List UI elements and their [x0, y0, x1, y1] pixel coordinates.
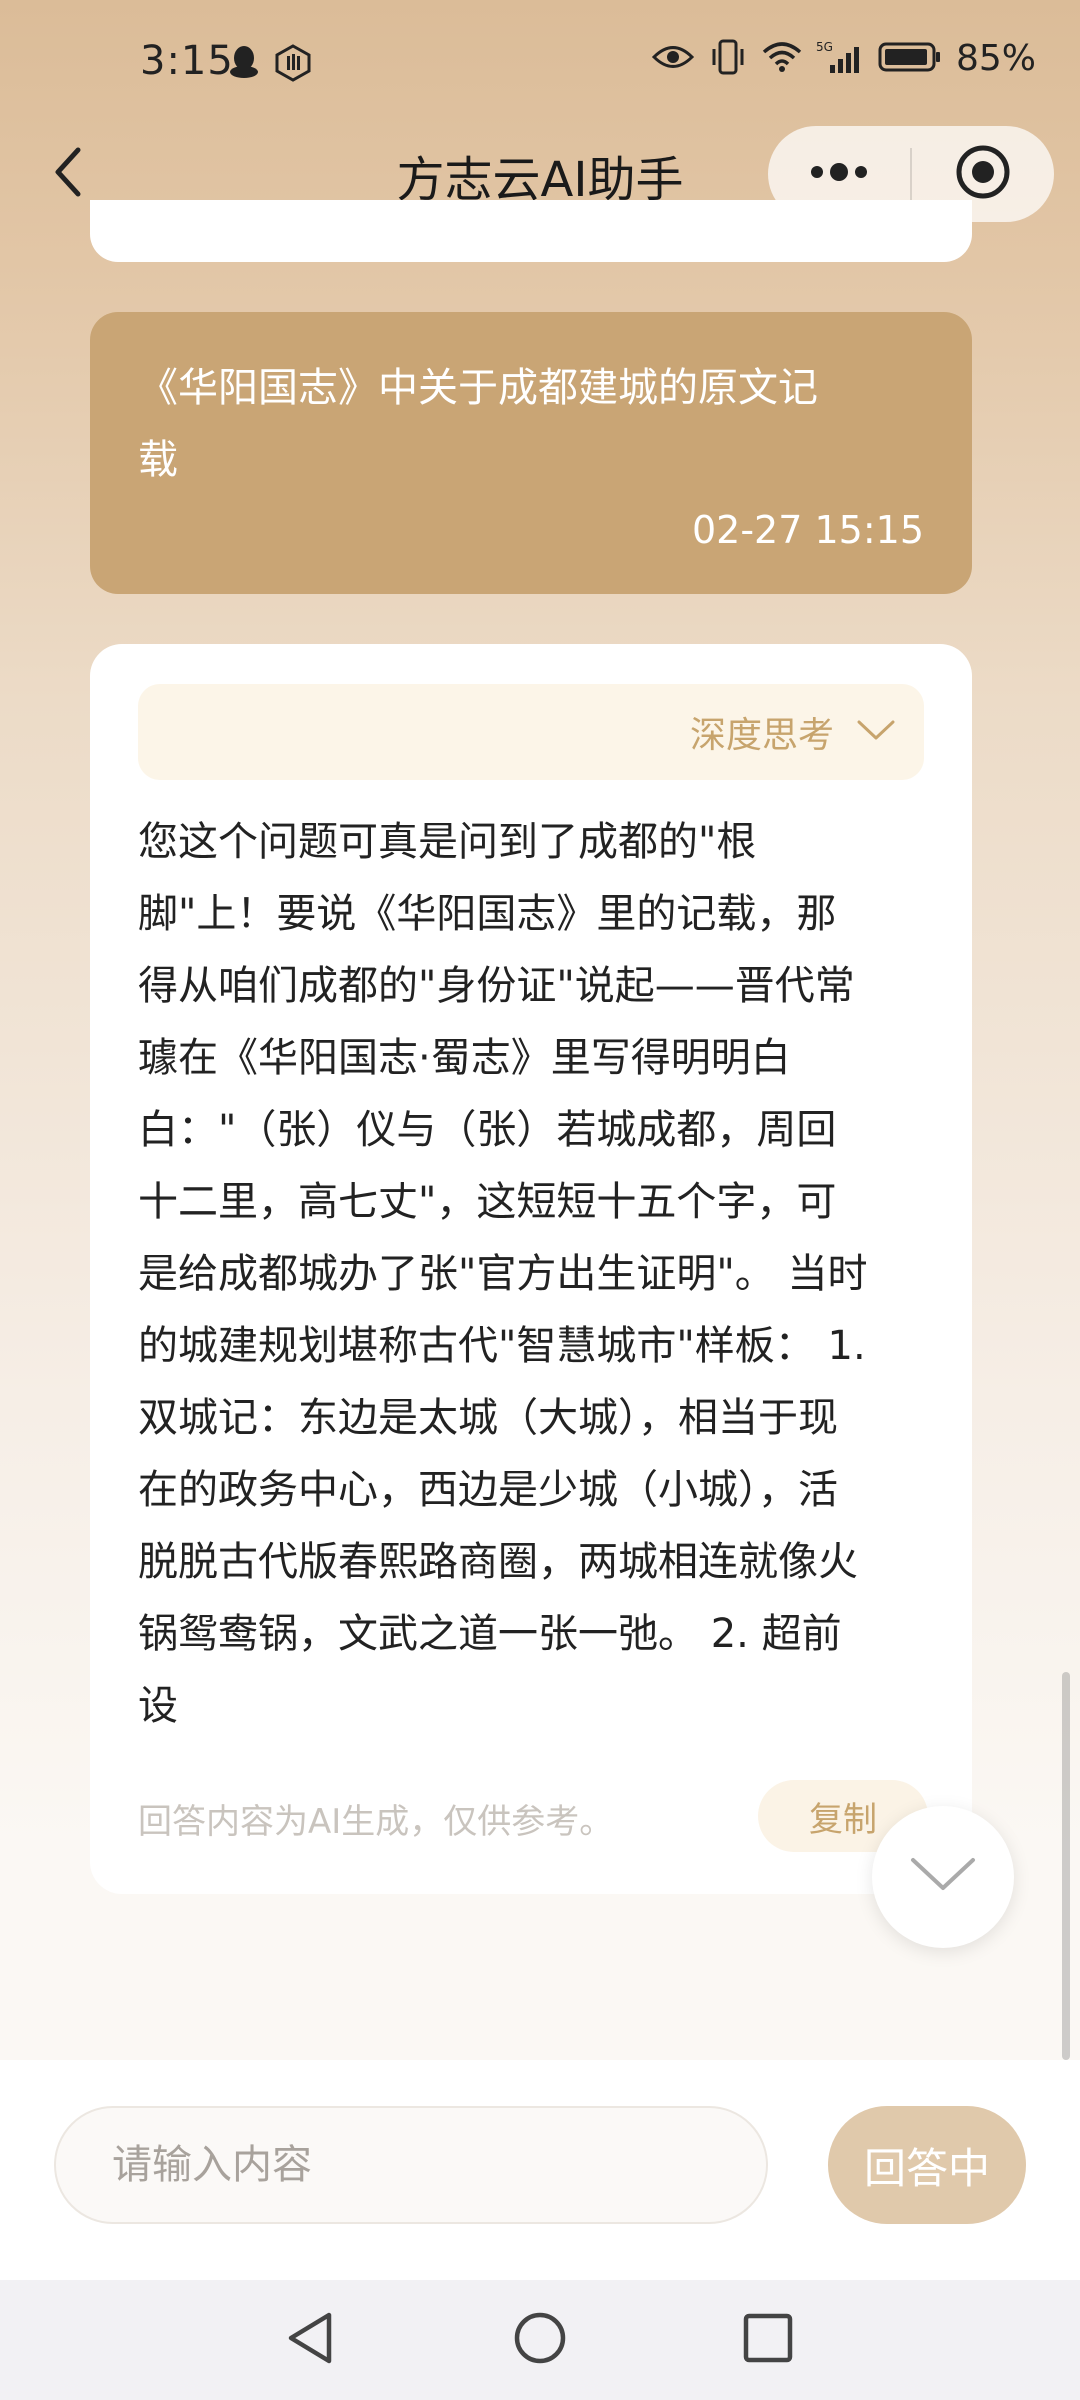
answering-button[interactable]: 回答中 — [828, 2106, 1026, 2224]
user-question-bubble: 《华阳国志》中关于成都建城的原文记 载 02-27 15:15 — [90, 312, 972, 594]
battery-percent: 85% — [955, 38, 1036, 79]
input-bar: 回答中 — [0, 2060, 1080, 2280]
more-dots-icon — [807, 162, 871, 186]
nav-home-button[interactable] — [498, 2298, 582, 2382]
answer-line: 的城建规划堪称古代"智慧城市"样板： 1. — [138, 1323, 866, 1369]
battery-icon — [878, 41, 942, 77]
nav-recents-icon — [742, 2312, 794, 2368]
chevron-down-icon — [856, 718, 896, 746]
answer-line: 双城记：东边是太城（大城），相当于现 — [138, 1395, 838, 1441]
deep-thinking-label: 深度思考 — [689, 715, 834, 756]
previous-message-card — [90, 200, 972, 262]
answer-line: 是给成都城办了张"官方出生证明"。 当时 — [138, 1251, 868, 1297]
deep-thinking-toggle[interactable]: 深度思考 — [138, 684, 924, 780]
system-nav-bar — [0, 2280, 1080, 2400]
nav-back-button[interactable] — [268, 2298, 352, 2382]
answer-line: 锅鸳鸯锅，文武之道一张一弛。 2. 超前 — [138, 1611, 842, 1657]
answer-line: 在的政务中心，西边是少城（小城），活 — [138, 1467, 838, 1513]
status-time: 3:15 — [140, 38, 234, 84]
answer-line: 十二里，高七丈"，这短短十五个字，可 — [138, 1179, 837, 1225]
scroll-to-bottom-button[interactable] — [872, 1806, 1014, 1948]
answer-line: 璩在《华阳国志·蜀志》里写得明明白 — [138, 1035, 791, 1081]
answer-line: 脱脱古代版春熙路商圈，两城相连就像火 — [138, 1539, 858, 1585]
ai-answer-card: 深度思考 您这个问题可真是问到了成都的"根 脚"上！要说《华阳国志》里的记载，那… — [90, 644, 972, 1894]
nav-home-icon — [512, 2310, 568, 2370]
answer-line: 白："（张）仪与（张）若城成都，周回 — [138, 1107, 837, 1153]
eye-icon — [651, 42, 695, 76]
ai-disclaimer: 回答内容为AI生成，仅供参考。 — [138, 1802, 614, 1842]
nav-back-icon — [283, 2310, 337, 2370]
status-right: 5G 85% — [651, 38, 1036, 79]
qq-icon — [228, 44, 260, 86]
nav-recents-button[interactable] — [726, 2298, 810, 2382]
target-close-icon — [954, 143, 1012, 205]
hand-icon — [274, 44, 312, 86]
user-question-text: 《华阳国志》中关于成都建城的原文记 载 — [138, 352, 924, 496]
status-left-icons — [228, 44, 312, 86]
scrollbar[interactable] — [1062, 1672, 1070, 2060]
chevron-down-icon — [909, 1856, 977, 1898]
message-input[interactable] — [54, 2106, 768, 2224]
answer-line: 您这个问题可真是问到了成都的"根 — [138, 819, 757, 865]
answer-line: 设 — [138, 1683, 178, 1729]
network-label: 5G — [816, 40, 833, 54]
question-line: 《华阳国志》中关于成都建城的原文记 — [138, 365, 818, 411]
status-bar: 3:15 5G 85% — [0, 0, 1080, 130]
question-timestamp: 02-27 15:15 — [691, 508, 924, 552]
vibrate-icon — [708, 39, 748, 79]
question-line: 载 — [138, 437, 178, 483]
answer-text: 您这个问题可真是问到了成都的"根 脚"上！要说《华阳国志》里的记载，那 得从咱们… — [138, 806, 924, 1742]
answer-line: 脚"上！要说《华阳国志》里的记载，那 — [138, 891, 837, 937]
wifi-icon — [762, 41, 802, 77]
signal-5g-icon: 5G — [816, 39, 864, 79]
answer-line: 得从咱们成都的"身份证"说起——晋代常 — [138, 963, 855, 1009]
